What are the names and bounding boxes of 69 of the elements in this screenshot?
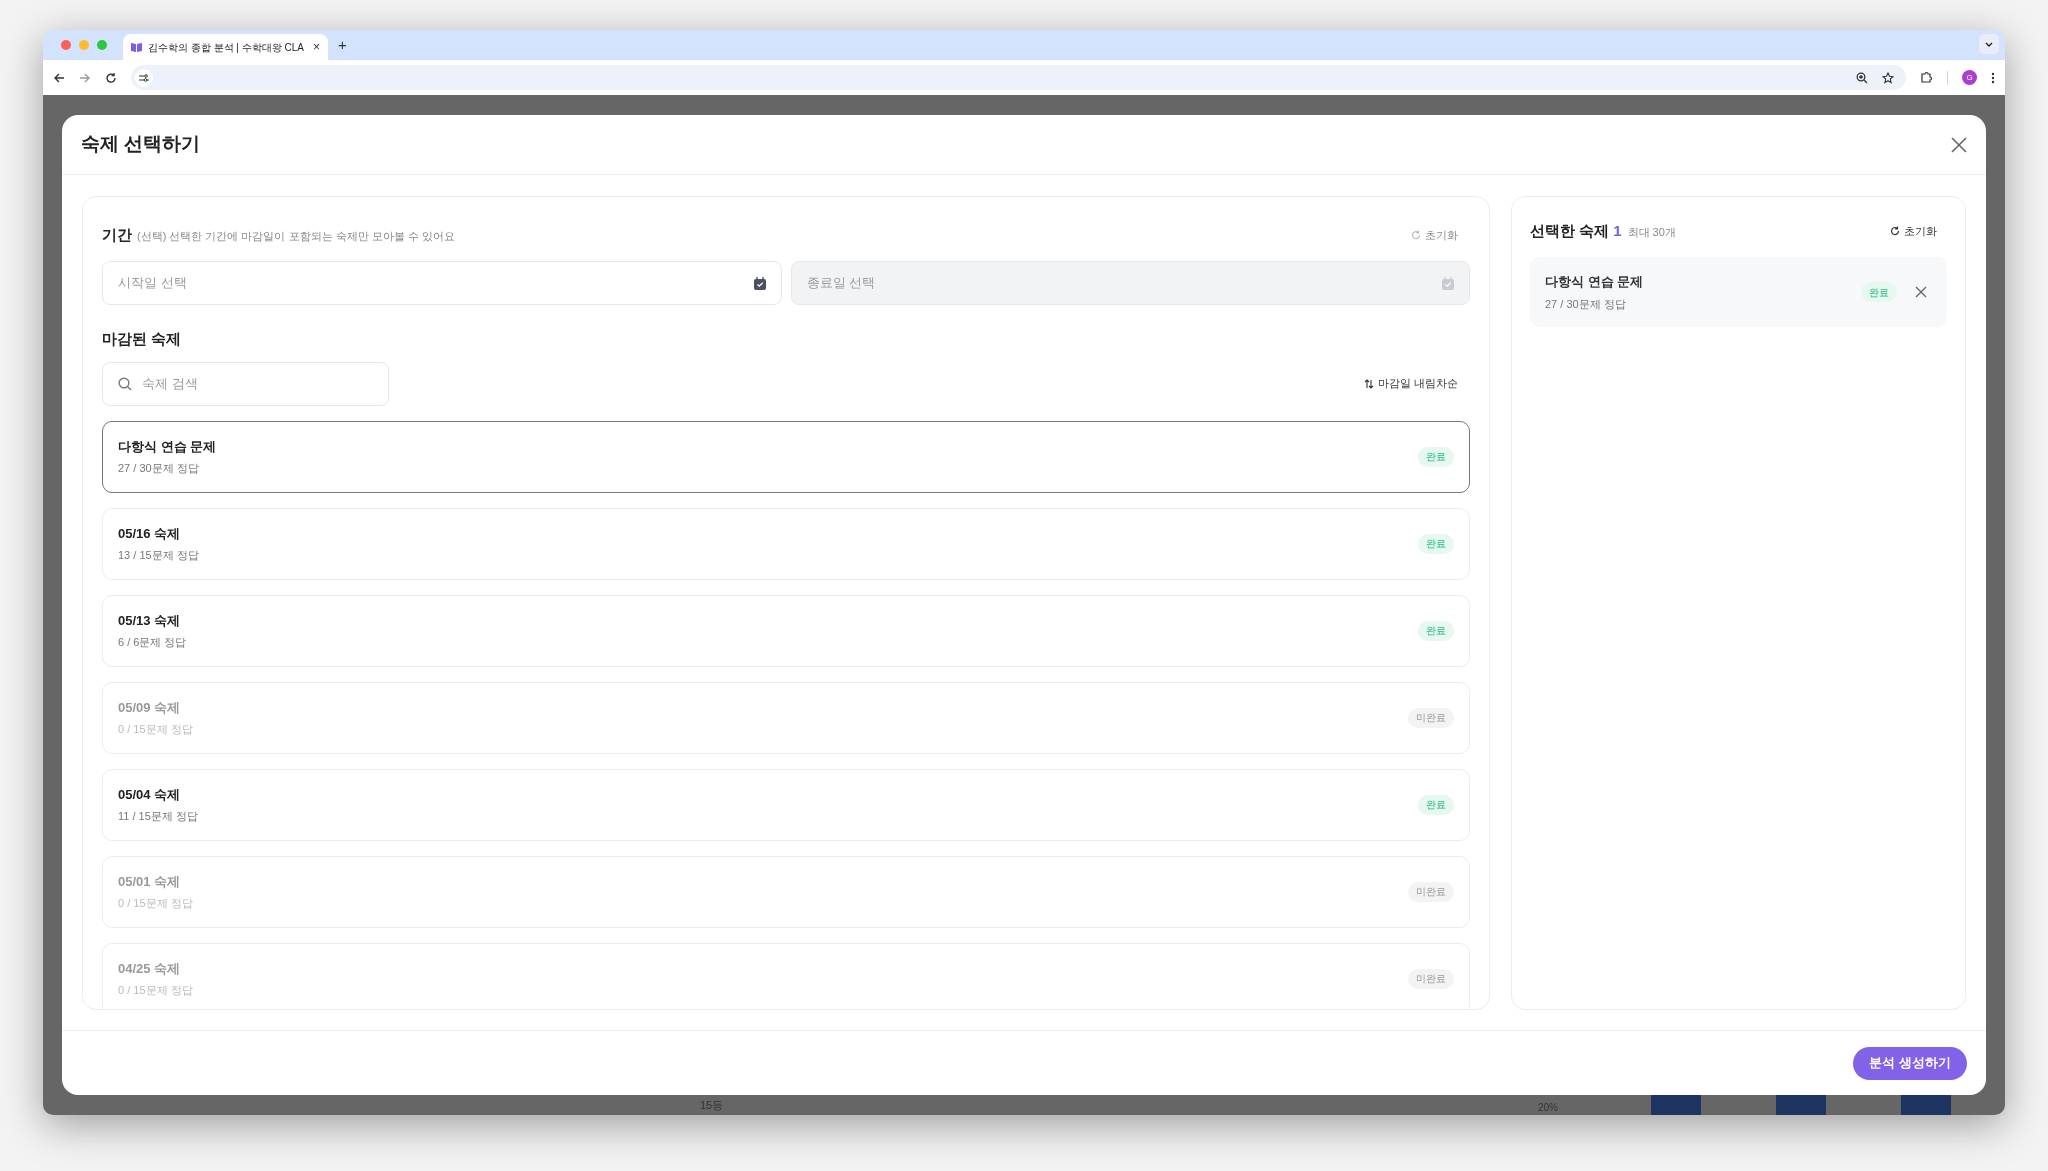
period-hint: (선택) 선택한 기간에 마감일이 포함되는 숙제만 모아볼 수 있어요 [137, 228, 455, 244]
chart-bar [1651, 1095, 1701, 1115]
create-analysis-button[interactable]: 분석 생성하기 [1853, 1046, 1967, 1080]
browser-tab[interactable]: 김수학의 종합 분석 | 수학대왕 CLA × [123, 34, 328, 60]
score-text: 0 / 15문제 정답 [118, 983, 193, 998]
selected-label: 선택한 숙제 [1530, 220, 1610, 241]
status-badge: 미완료 [1408, 881, 1454, 902]
status-badge: 완료 [1861, 282, 1897, 302]
sort-button[interactable]: 마감일 내림차순 [1363, 375, 1470, 392]
refresh-icon [1411, 230, 1421, 240]
calendar-icon [1442, 276, 1454, 290]
homework-title: 05/04 숙제 [118, 785, 182, 804]
tab-close-button[interactable]: × [313, 38, 320, 56]
selected-count: 1 [1613, 220, 1622, 241]
homework-title: 05/16 숙제 [118, 524, 182, 543]
homework-title: 다항식 연습 문제 [118, 437, 217, 456]
score-text: 11 / 15문제 정답 [118, 809, 198, 824]
score-text: 27 / 30문제 정답 [118, 461, 200, 476]
search-icon [118, 376, 132, 391]
score-text: 6 / 6문제 정답 [118, 635, 187, 650]
status-badge: 완료 [1418, 446, 1454, 467]
placeholder-text: 시작일 선택 [118, 274, 187, 293]
search-field[interactable]: 숙제 검색 [102, 361, 389, 406]
zoom-icon[interactable] [1856, 71, 1868, 84]
chart-bar [1901, 1095, 1951, 1115]
homework-title: 04/25 숙제 [118, 959, 182, 978]
status-badge: 완료 [1418, 620, 1454, 641]
homework-item[interactable]: 05/13 숙제 6 / 6문제 정답 완료 [102, 594, 1470, 667]
homework-title: 다항식 연습 문제 [1545, 273, 1644, 291]
more-icon[interactable] [1991, 71, 1995, 84]
status-badge: 완료 [1418, 533, 1454, 554]
homework-title: 05/01 숙제 [118, 872, 182, 891]
chart-bar [1776, 1095, 1826, 1115]
refresh-icon [1890, 226, 1900, 236]
limit-text: 최대 30개 [1627, 224, 1676, 240]
back-icon[interactable] [53, 71, 65, 84]
book-icon [131, 42, 142, 52]
puzzle-icon[interactable] [1920, 71, 1933, 84]
close-icon[interactable] [1951, 136, 1967, 153]
sliders-icon [139, 73, 149, 82]
profile-avatar[interactable]: G [1962, 70, 1977, 85]
period-label: 기간 [102, 224, 132, 245]
homework-title: 05/13 숙제 [118, 611, 182, 630]
homework-item[interactable]: 05/04 숙제 11 / 15문제 정답 완료 [102, 768, 1470, 841]
forward-icon[interactable] [79, 71, 91, 84]
reload-icon[interactable] [105, 71, 117, 84]
status-badge: 미완료 [1408, 968, 1454, 989]
homework-title: 05/09 숙제 [118, 698, 182, 717]
tab-list-button[interactable] [1979, 34, 1999, 54]
section-heading: 마감된 숙제 [102, 329, 183, 349]
score-text: 0 / 15문제 정답 [118, 722, 193, 737]
status-badge: 완료 [1418, 794, 1454, 815]
reset-button[interactable]: 초기화 [1890, 222, 1947, 240]
status-badge: 미완료 [1408, 707, 1454, 728]
score-text: 27 / 30문제 정답 [1545, 296, 1627, 312]
remove-icon[interactable] [1915, 286, 1927, 298]
homework-item[interactable]: 05/16 숙제 13 / 15문제 정답 완료 [102, 507, 1470, 580]
score-text: 13 / 15문제 정답 [118, 548, 199, 563]
homework-item[interactable]: 다항식 연습 문제 27 / 30문제 정답 완료 [102, 420, 1470, 493]
placeholder-text: 종료일 선택 [806, 274, 876, 293]
tab-title: 김수학의 종합 분석 | 수학대왕 CLA [148, 40, 305, 55]
score-text: 0 / 15문제 정답 [118, 896, 193, 911]
sort-icon [1363, 378, 1374, 389]
dialog-title: 숙제 선택하기 [81, 132, 201, 157]
chevron-down-icon [1985, 41, 1993, 47]
calendar-icon [753, 276, 766, 290]
new-tab-button[interactable]: + [338, 33, 347, 56]
star-icon[interactable] [1882, 71, 1894, 84]
site-settings-button[interactable] [135, 68, 153, 87]
